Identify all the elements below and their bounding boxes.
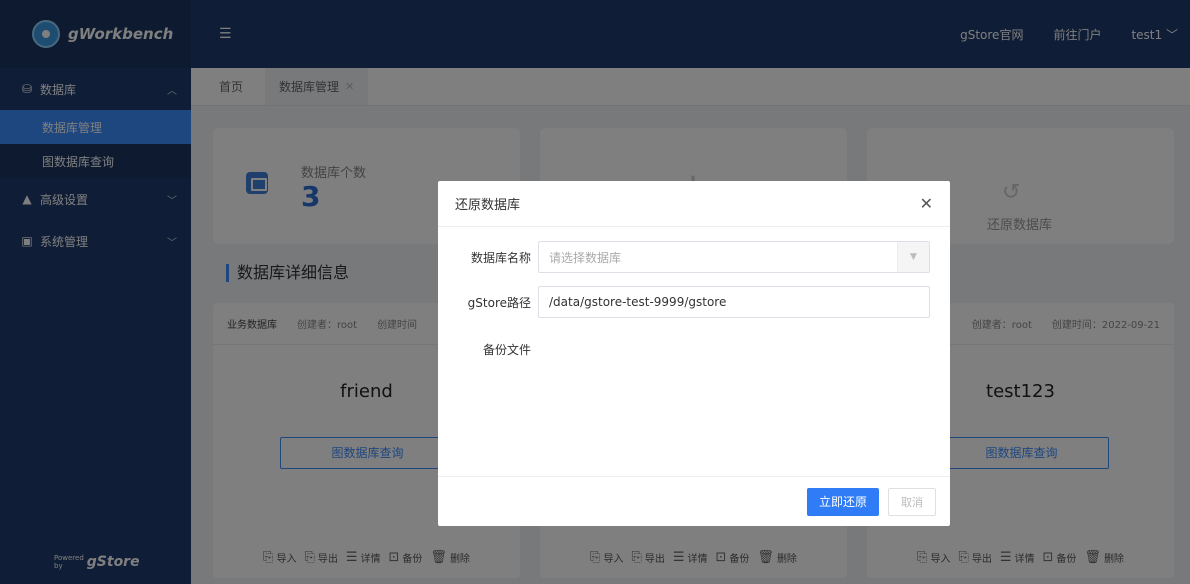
restore-now-button[interactable]: 立即还原 — [807, 487, 879, 516]
gstore-path-label: gStore路径 — [467, 295, 531, 310]
backup-file-label: 备份文件 — [482, 343, 531, 357]
restore-db-dialog: 还原数据库 ✕ 数据库名称 请选择数据库 ▼ gStore路径 /data/gs… — [438, 181, 950, 526]
db-name-label: 数据库名称 — [470, 250, 531, 265]
dialog-header: 还原数据库 ✕ — [438, 181, 950, 227]
caret-down-icon: ▼ — [897, 242, 929, 272]
gstore-path-row: gStore路径 /data/gstore-test-9999/gstore — [438, 286, 950, 318]
close-icon[interactable]: ✕ — [920, 194, 933, 213]
db-name-select[interactable]: 请选择数据库 ▼ — [538, 241, 930, 273]
backup-file-row: 备份文件 — [438, 341, 950, 358]
dialog-title: 还原数据库 — [455, 198, 521, 213]
dialog-footer: 立即还原 取消 — [438, 476, 950, 526]
cancel-button[interactable]: 取消 — [888, 487, 936, 516]
db-name-row: 数据库名称 请选择数据库 ▼ — [438, 241, 950, 273]
gstore-path-input[interactable]: /data/gstore-test-9999/gstore — [538, 286, 930, 318]
db-name-placeholder: 请选择数据库 — [549, 250, 622, 265]
